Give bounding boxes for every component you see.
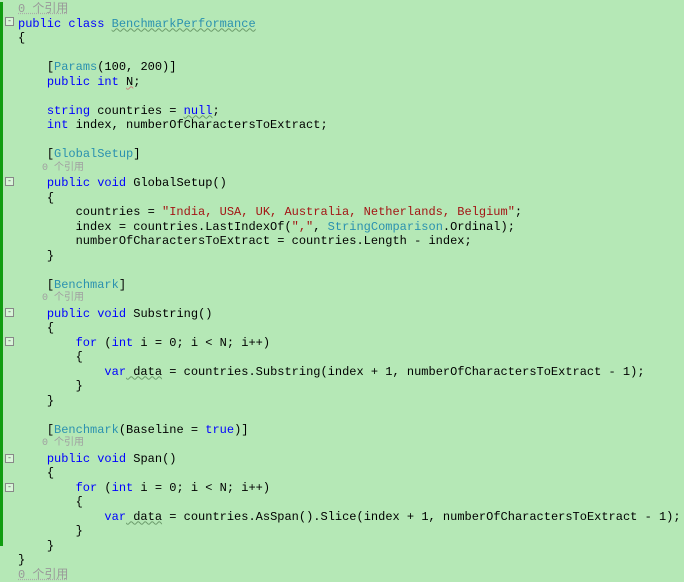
code-line[interactable]: index = countries.LastIndexOf(",", Strin… [18, 220, 684, 235]
code-line[interactable]: } [18, 249, 684, 264]
code-line[interactable]: { [18, 191, 684, 206]
code-line[interactable]: string countries = null; [18, 104, 684, 119]
code-line[interactable]: { [18, 495, 684, 510]
fold-toggle-icon[interactable]: - [5, 17, 14, 26]
code-line[interactable]: { [18, 350, 684, 365]
code-line[interactable] [18, 263, 684, 278]
code-line[interactable]: } [18, 539, 684, 554]
code-line[interactable]: var data = countries.AsSpan().Slice(inde… [18, 510, 684, 525]
fold-toggle-icon[interactable]: - [5, 337, 14, 346]
fold-toggle-icon[interactable]: - [5, 177, 14, 186]
code-line[interactable]: for (int i = 0; i < N; i++) [18, 336, 684, 351]
refs-hint[interactable]: 0 个引用 [18, 437, 684, 452]
fold-toggle-icon[interactable]: - [5, 454, 14, 463]
code-line[interactable]: public void GlobalSetup() [18, 176, 684, 191]
code-line[interactable]: } [18, 524, 684, 539]
code-line[interactable]: } [18, 379, 684, 394]
refs-hint[interactable]: 0 个引用 [18, 162, 684, 177]
code-line[interactable]: countries = "India, USA, UK, Australia, … [18, 205, 684, 220]
code-line[interactable]: numberOfCharactersToExtract = countries.… [18, 234, 684, 249]
code-line[interactable]: int index, numberOfCharactersToExtract; [18, 118, 684, 133]
code-line[interactable] [18, 89, 684, 104]
code-line[interactable]: public void Span() [18, 452, 684, 467]
fold-toggle-icon[interactable]: - [5, 483, 14, 492]
code-line[interactable]: [GlobalSetup] [18, 147, 684, 162]
code-editor[interactable]: 0 个引用 public class BenchmarkPerformance … [0, 0, 684, 582]
code-line[interactable]: [Params(100, 200)] [18, 60, 684, 75]
code-line[interactable]: [Benchmark] [18, 278, 684, 293]
code-line[interactable]: { [18, 466, 684, 481]
refs-hint: 0 个引用 [18, 568, 684, 582]
code-line[interactable]: { [18, 31, 684, 46]
code-line[interactable]: } [18, 553, 684, 568]
code-line[interactable] [18, 408, 684, 423]
code-line[interactable]: } [18, 394, 684, 409]
code-line[interactable] [18, 46, 684, 61]
code-line[interactable]: { [18, 321, 684, 336]
refs-hint: 0 个引用 [18, 2, 684, 17]
code-line[interactable]: public void Substring() [18, 307, 684, 322]
code-line[interactable] [18, 133, 684, 148]
code-line[interactable]: public class BenchmarkPerformance [18, 17, 684, 32]
code-line[interactable]: for (int i = 0; i < N; i++) [18, 481, 684, 496]
code-line[interactable]: [Benchmark(Baseline = true)] [18, 423, 684, 438]
code-line[interactable]: public int N; [18, 75, 684, 90]
fold-toggle-icon[interactable]: - [5, 308, 14, 317]
code-line[interactable]: var data = countries.Substring(index + 1… [18, 365, 684, 380]
refs-hint[interactable]: 0 个引用 [18, 292, 684, 307]
